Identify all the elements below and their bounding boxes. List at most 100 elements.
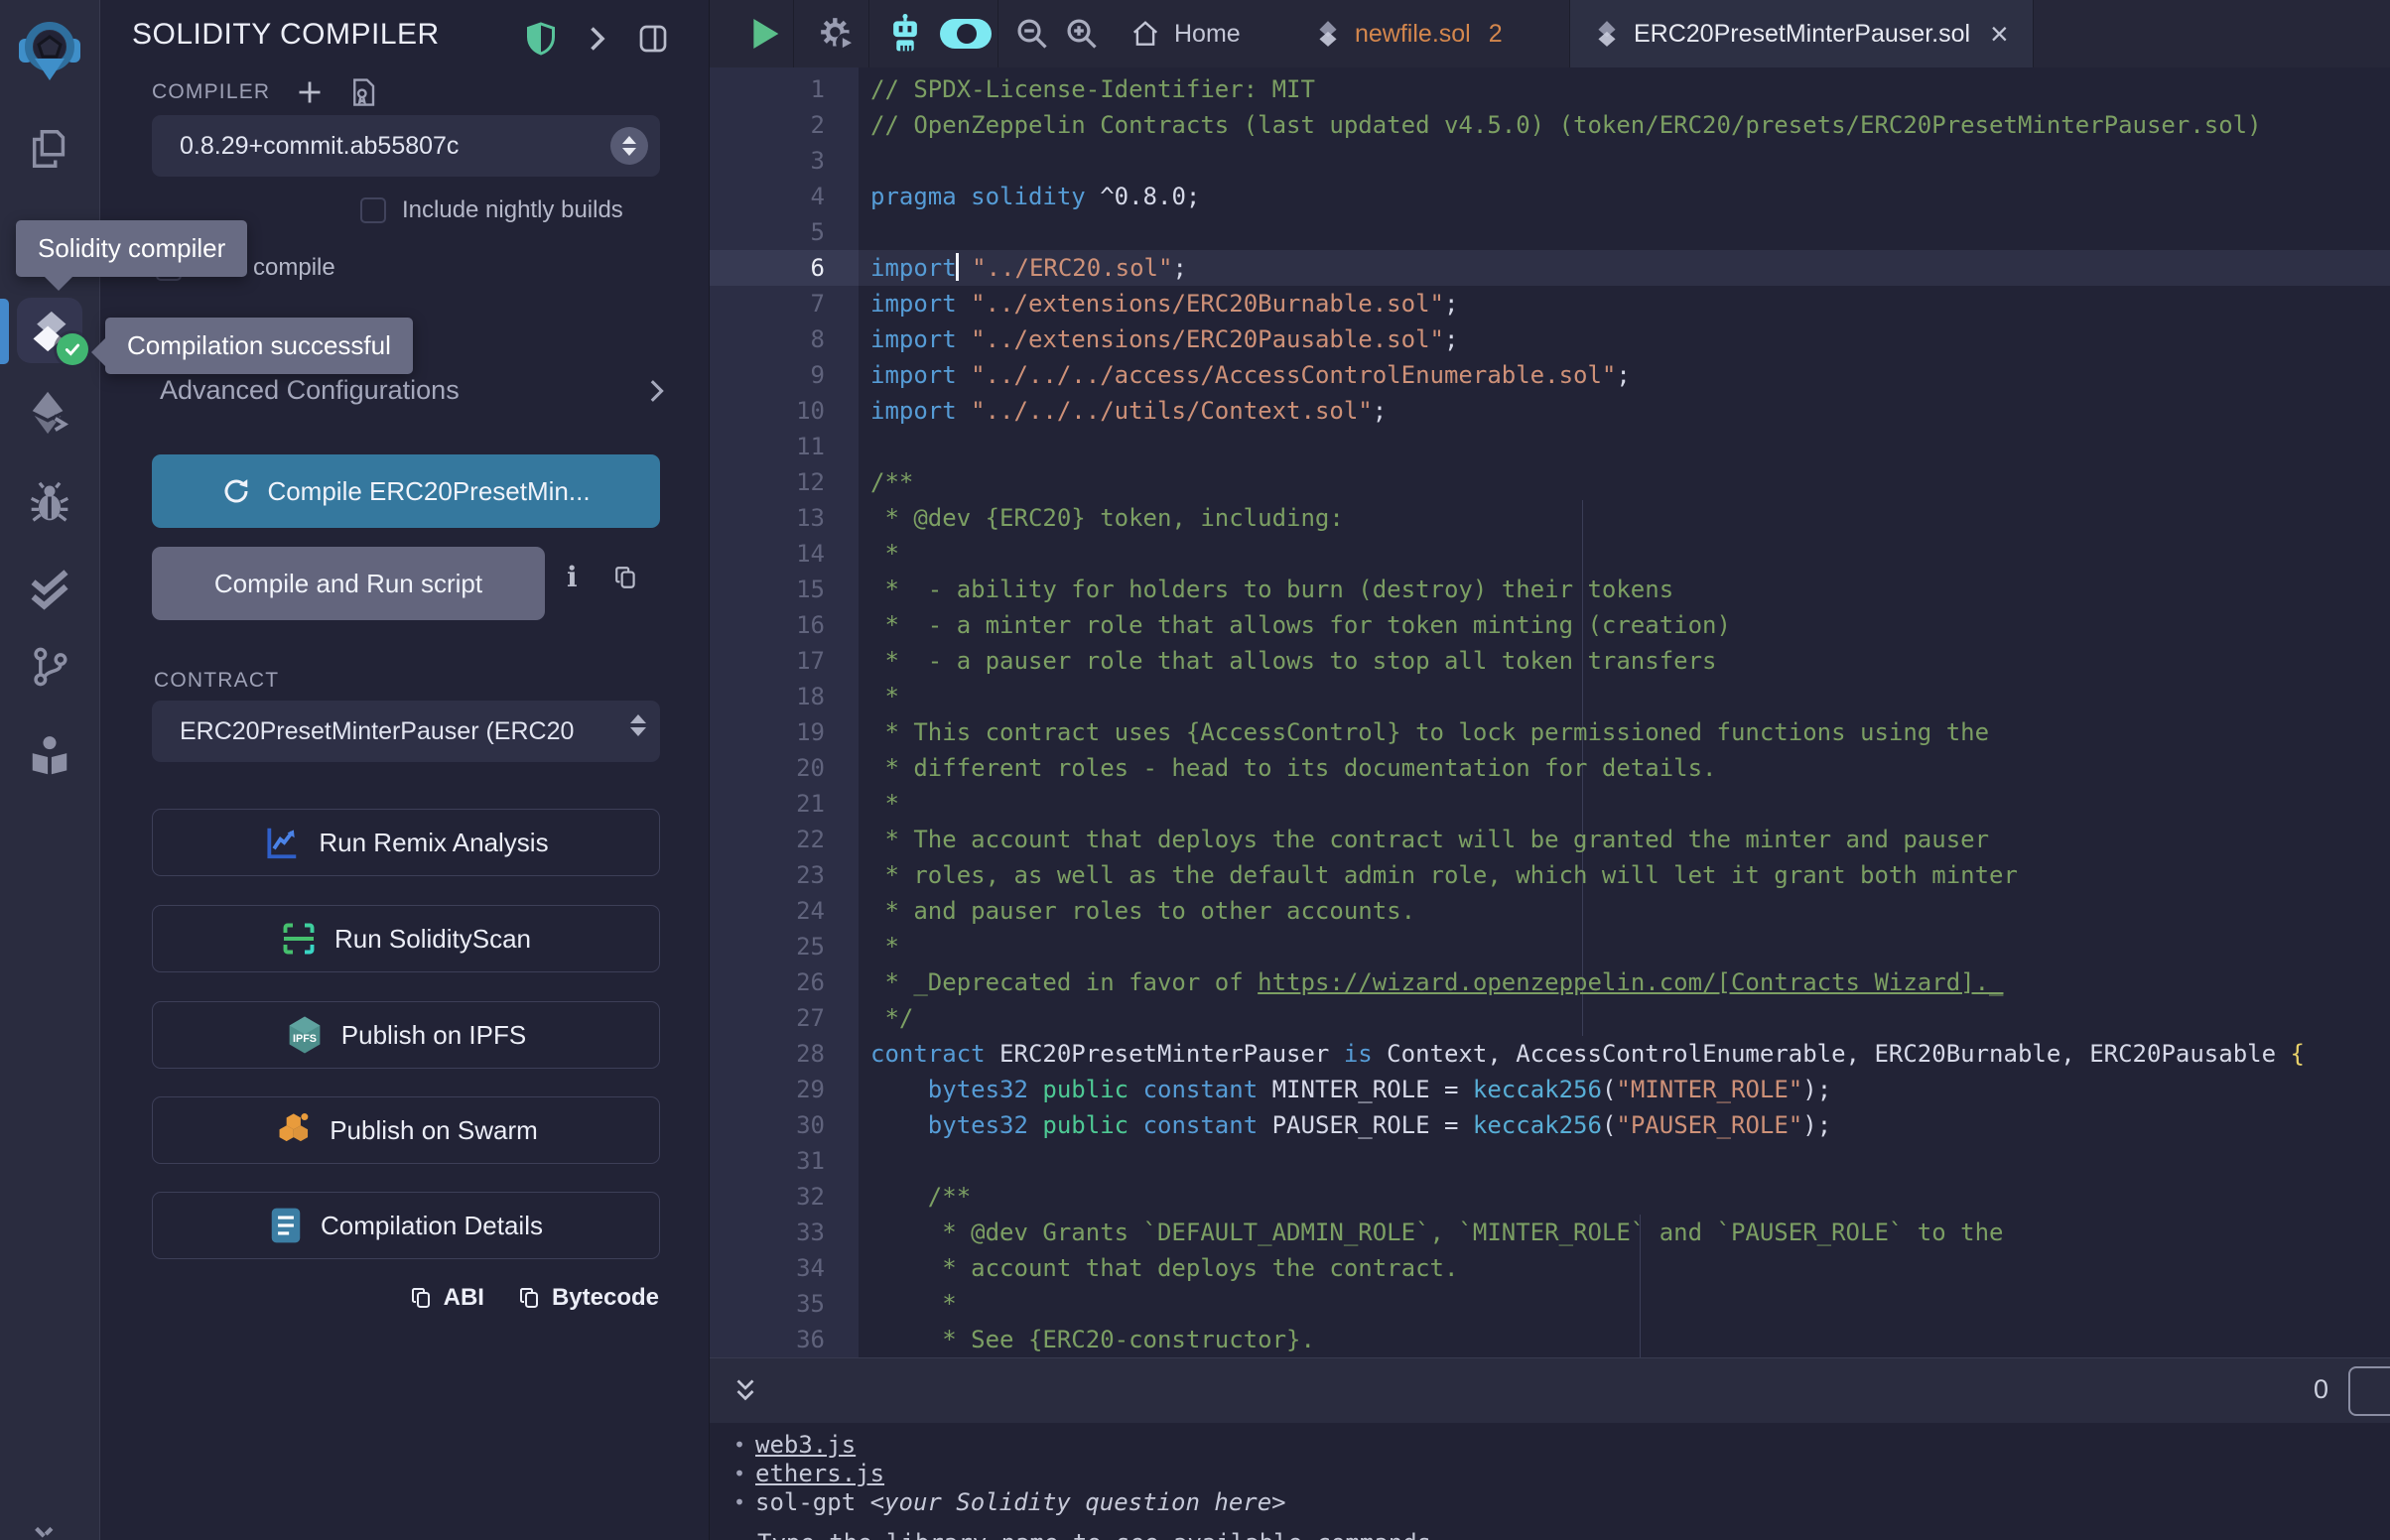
code-line[interactable]: 20 * different roles - head to its docum… <box>710 750 2390 786</box>
script-config-gear-icon[interactable] <box>805 0 868 67</box>
terminal-hint: Type the library name to see available c… <box>710 1529 2390 1540</box>
code-text: * <box>870 536 899 572</box>
zoom-in-icon[interactable] <box>1057 0 1107 67</box>
run-script-button[interactable] <box>737 0 793 67</box>
copy-bytecode-button[interactable]: Bytecode <box>518 1284 659 1312</box>
ai-copilot-robot-icon[interactable] <box>876 0 934 67</box>
advanced-configurations[interactable]: Advanced Configurations <box>160 375 666 406</box>
chevron-right-icon <box>646 377 666 405</box>
code-line[interactable]: 13 * @dev {ERC20} token, including: <box>710 500 2390 536</box>
info-icon[interactable]: i <box>567 561 578 593</box>
sidebar-item-git[interactable] <box>16 633 83 701</box>
terminal-output[interactable]: web3.jsethers.jssol-gpt <your Solidity q… <box>710 1423 2390 1540</box>
code-line[interactable]: 33 * @dev Grants `DEFAULT_ADMIN_ROLE`, `… <box>710 1215 2390 1250</box>
compile-button[interactable]: Compile ERC20PresetMin... <box>152 454 660 528</box>
code-line[interactable]: 36 * See {ERC20-constructor}. <box>710 1322 2390 1357</box>
sidebar-item-unit-testing[interactable] <box>16 556 83 623</box>
code-line[interactable]: 1// SPDX-License-Identifier: MIT <box>710 71 2390 107</box>
line-number: 36 <box>710 1322 825 1357</box>
sidebar-item-deploy-run[interactable] <box>16 379 83 447</box>
terminal-list-item: sol-gpt <your Solidity question here> <box>710 1488 2390 1517</box>
code-line[interactable]: 31 <box>710 1143 2390 1179</box>
terminal-link[interactable]: ethers.js <box>755 1460 884 1487</box>
terminal-search-input[interactable] <box>2348 1366 2390 1416</box>
code-line[interactable]: 28contract ERC20PresetMinterPauser is Co… <box>710 1036 2390 1072</box>
code-line[interactable]: 24 * and pauser roles to other accounts. <box>710 893 2390 929</box>
code-line[interactable]: 5 <box>710 214 2390 250</box>
publish-on-ipfs-button[interactable]: IPFS Publish on IPFS <box>152 1001 660 1069</box>
expand-terminal-icon[interactable] <box>718 1358 773 1424</box>
code-line[interactable]: 19 * This contract uses {AccessControl} … <box>710 714 2390 750</box>
scan-icon <box>281 921 317 957</box>
compilation-details-button[interactable]: Compilation Details <box>152 1192 660 1259</box>
chevron-right-icon[interactable] <box>586 24 607 54</box>
code-line[interactable]: 32 /** <box>710 1179 2390 1215</box>
code-line[interactable]: 30 bytes32 public constant PAUSER_ROLE =… <box>710 1107 2390 1143</box>
code-line[interactable]: 27 */ <box>710 1000 2390 1036</box>
svg-text:IPFS: IPFS <box>293 1033 317 1045</box>
contract-select[interactable]: ERC20PresetMinterPauser (ERC20 <box>152 701 660 762</box>
sidebar-item-plugin-manager[interactable] <box>16 1504 83 1540</box>
remix-logo-icon[interactable] <box>16 18 83 85</box>
code-text: * <box>870 929 899 964</box>
code-line[interactable]: 34 * account that deploys the contract. <box>710 1250 2390 1286</box>
copy-icon[interactable] <box>613 565 639 590</box>
code-line[interactable]: 23 * roles, as well as the default admin… <box>710 857 2390 893</box>
code-line[interactable]: 17 * - a pauser role that allows to stop… <box>710 643 2390 679</box>
code-line[interactable]: 15 * - ability for holders to burn (dest… <box>710 572 2390 607</box>
tab-erc20presetminterpauser[interactable]: ERC20PresetMinterPauser.sol × <box>1569 0 2034 67</box>
license-file-icon[interactable] <box>349 77 377 107</box>
code-line[interactable]: 11 <box>710 429 2390 464</box>
code-text: import "../extensions/ERC20Burnable.sol"… <box>870 286 1458 321</box>
select-spinner-icon[interactable] <box>610 127 648 165</box>
code-line[interactable]: 21 * <box>710 786 2390 822</box>
code-line[interactable]: 35 * <box>710 1286 2390 1322</box>
sidebar-item-learneth[interactable] <box>16 722 83 790</box>
code-line[interactable]: 6import "../ERC20.sol"; <box>710 250 2390 286</box>
code-text: * and pauser roles to other accounts. <box>870 893 1415 929</box>
code-line[interactable]: 22 * The account that deploys the contra… <box>710 822 2390 857</box>
publish-on-swarm-button[interactable]: Publish on Swarm <box>152 1096 660 1164</box>
terminal-list-item[interactable]: web3.js <box>710 1431 2390 1460</box>
copy-icon <box>518 1286 542 1310</box>
code-text: * <box>870 786 899 822</box>
terminal-link[interactable]: web3.js <box>755 1431 856 1459</box>
code-line[interactable]: 25 * <box>710 929 2390 964</box>
code-line[interactable]: 26 * _Deprecated in favor of https://wiz… <box>710 964 2390 1000</box>
zoom-out-icon[interactable] <box>1007 0 1057 67</box>
code-line[interactable]: 7import "../extensions/ERC20Burnable.sol… <box>710 286 2390 321</box>
compile-and-run-button[interactable]: Compile and Run script <box>152 547 545 620</box>
code-line[interactable]: 14 * <box>710 536 2390 572</box>
sidebar-item-file-explorer[interactable] <box>16 115 83 183</box>
code-line[interactable]: 3 <box>710 143 2390 179</box>
add-compiler-icon[interactable] <box>296 78 324 106</box>
run-solidityscan-button[interactable]: Run SolidityScan <box>152 905 660 972</box>
tab-newfile[interactable]: newfile.sol 2 <box>1301 0 1517 67</box>
code-line[interactable]: 8import "../extensions/ERC20Pausable.sol… <box>710 321 2390 357</box>
tab-newfile-badge: 2 <box>1489 20 1503 49</box>
copy-abi-button[interactable]: ABI <box>410 1284 484 1312</box>
ai-copilot-toggle[interactable] <box>934 0 997 67</box>
code-text: * The account that deploys the contract … <box>870 822 1989 857</box>
code-line[interactable]: 2// OpenZeppelin Contracts (last updated… <box>710 107 2390 143</box>
code-line[interactable]: 18 * <box>710 679 2390 714</box>
code-line[interactable]: 29 bytes32 public constant MINTER_ROLE =… <box>710 1072 2390 1107</box>
code-editor[interactable]: 1// SPDX-License-Identifier: MIT2// Open… <box>710 67 2390 1357</box>
code-line[interactable]: 9import "../../../access/AccessControlEn… <box>710 357 2390 393</box>
code-line[interactable]: 10import "../../../utils/Context.sol"; <box>710 393 2390 429</box>
terminal-bar[interactable]: 0 <box>710 1357 2390 1424</box>
sidebar-item-debugger[interactable] <box>16 468 83 536</box>
tab-home[interactable]: Home <box>1121 0 1251 67</box>
line-number: 27 <box>710 1000 825 1036</box>
terminal-list-item[interactable]: ethers.js <box>710 1460 2390 1488</box>
include-nightly-checkbox[interactable] <box>360 197 386 223</box>
solidity-file-icon <box>1594 19 1620 49</box>
compilation-success-badge-icon <box>57 333 88 365</box>
code-line[interactable]: 12/** <box>710 464 2390 500</box>
close-tab-icon[interactable]: × <box>1990 18 2009 50</box>
run-remix-analysis-button[interactable]: Run Remix Analysis <box>152 809 660 876</box>
code-line[interactable]: 16 * - a minter role that allows for tok… <box>710 607 2390 643</box>
code-line[interactable]: 4pragma solidity ^0.8.0; <box>710 179 2390 214</box>
pin-panel-icon[interactable] <box>637 23 669 55</box>
compiler-version-select[interactable]: 0.8.29+commit.ab55807c <box>152 115 660 177</box>
